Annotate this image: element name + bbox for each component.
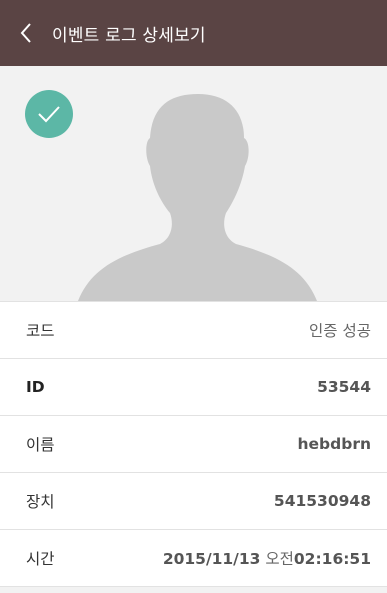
detail-label: 시간 — [26, 550, 55, 568]
detail-value: 53544 — [317, 378, 371, 396]
detail-label: 이름 — [26, 436, 55, 454]
page-title: 이벤트 로그 상세보기 — [52, 25, 206, 46]
time-date: 2015/11/13 — [162, 550, 261, 568]
detail-row-time: 시간 2015/11/13 오전02:16:51 — [0, 530, 387, 587]
detail-label: ID — [26, 378, 45, 396]
detail-label: 코드 — [26, 322, 55, 340]
chevron-left-icon — [20, 23, 31, 43]
detail-row-name: 이름 hebdbrn — [0, 416, 387, 473]
detail-list: 코드 인증 성공 ID 53544 이름 hebdbrn 장치 54153094… — [0, 301, 387, 587]
detail-row-code: 코드 인증 성공 — [0, 302, 387, 359]
time-ampm: 오전 — [265, 550, 294, 568]
detail-row-id: ID 53544 — [0, 359, 387, 416]
check-icon — [38, 106, 60, 123]
detail-label: 장치 — [26, 493, 55, 511]
time-clock: 02:16:51 — [293, 550, 371, 568]
detail-row-device: 장치 541530948 — [0, 473, 387, 530]
status-badge — [25, 90, 73, 138]
detail-value: 인증 성공 — [309, 322, 371, 340]
user-photo — [0, 66, 387, 301]
back-button[interactable] — [0, 0, 52, 66]
detail-value-time: 2015/11/13 오전02:16:51 — [163, 547, 371, 569]
app-bar: 이벤트 로그 상세보기 — [0, 0, 387, 66]
detail-value: 541530948 — [273, 492, 371, 510]
detail-value: hebdbrn — [297, 435, 371, 453]
